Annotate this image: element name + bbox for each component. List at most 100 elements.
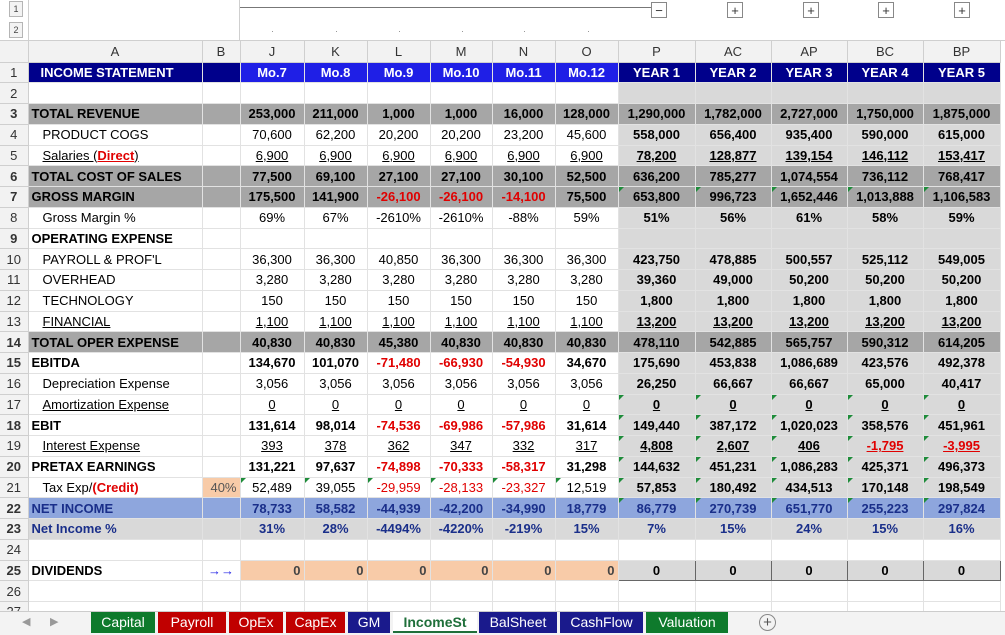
value-cell[interactable]: 128,877 [695, 145, 772, 167]
value-cell[interactable]: -28,133 [430, 477, 493, 499]
value-cell[interactable]: 636,200 [618, 165, 696, 187]
outline-level-2-button[interactable]: 2 [9, 22, 23, 38]
tab-scroll-right-icon[interactable]: ▶ [50, 615, 58, 628]
add-sheet-icon[interactable]: + [759, 614, 776, 631]
value-cell[interactable]: -2610% [367, 207, 431, 229]
value-cell[interactable]: -58,317 [492, 456, 556, 478]
value-cell[interactable] [240, 82, 305, 104]
value-cell[interactable] [304, 539, 368, 561]
value-cell[interactable]: 478,110 [618, 331, 696, 353]
value-cell[interactable]: 78,200 [618, 145, 696, 167]
row-label[interactable]: PRODUCT COGS [28, 124, 203, 146]
value-cell[interactable]: 62,200 [304, 124, 368, 146]
value-cell[interactable]: 590,000 [847, 124, 924, 146]
value-cell[interactable]: 332 [492, 435, 556, 457]
column-b-cell[interactable] [202, 373, 241, 395]
value-cell[interactable]: 13,200 [618, 311, 696, 333]
period-header[interactable]: YEAR 2 [695, 62, 772, 84]
value-cell[interactable]: -57,986 [492, 414, 556, 436]
value-cell[interactable]: 492,378 [923, 352, 1001, 374]
value-cell[interactable]: -4494% [367, 518, 431, 540]
value-cell[interactable]: 39,360 [618, 269, 696, 291]
value-cell[interactable]: 77,500 [240, 165, 305, 187]
value-cell[interactable]: -2610% [430, 207, 493, 229]
value-cell[interactable] [430, 580, 493, 602]
outline-expand-button[interactable]: + [878, 2, 894, 18]
value-cell[interactable]: 23,200 [492, 124, 556, 146]
value-cell[interactable]: 13,200 [695, 311, 772, 333]
column-b-cell[interactable] [202, 82, 241, 104]
value-cell[interactable]: 3,280 [492, 269, 556, 291]
value-cell[interactable]: 66,667 [695, 373, 772, 395]
value-cell[interactable]: 362 [367, 435, 431, 457]
value-cell[interactable]: -74,536 [367, 414, 431, 436]
value-cell[interactable]: 565,757 [771, 331, 848, 353]
column-header[interactable]: B [202, 41, 241, 63]
value-cell[interactable]: 6,900 [367, 145, 431, 167]
value-cell[interactable]: 1,800 [771, 290, 848, 312]
row-header[interactable]: 26 [0, 580, 29, 602]
value-cell[interactable]: 6,900 [492, 145, 556, 167]
value-cell[interactable]: 40,830 [430, 331, 493, 353]
value-cell[interactable] [695, 82, 772, 104]
value-cell[interactable]: 45,600 [555, 124, 619, 146]
value-cell[interactable]: 423,576 [847, 352, 924, 374]
value-cell[interactable]: 549,005 [923, 248, 1001, 270]
column-b-cell[interactable] [202, 62, 241, 84]
value-cell[interactable]: 651,770 [771, 497, 848, 519]
value-cell[interactable]: 70,600 [240, 124, 305, 146]
value-cell[interactable]: 1,800 [923, 290, 1001, 312]
value-cell[interactable]: 40,830 [240, 331, 305, 353]
period-header[interactable]: Mo.7 [240, 62, 305, 84]
value-cell[interactable] [430, 228, 493, 250]
value-cell[interactable]: 0 [771, 394, 848, 416]
value-cell[interactable]: 78,733 [240, 497, 305, 519]
value-cell[interactable] [304, 82, 368, 104]
sheet-tab-incomest[interactable]: IncomeSt [393, 612, 477, 633]
value-cell[interactable]: 150 [240, 290, 305, 312]
value-cell[interactable] [618, 580, 696, 602]
value-cell[interactable]: 0 [240, 560, 305, 582]
column-b-cell[interactable] [202, 518, 241, 540]
column-header[interactable]: BP [923, 41, 1001, 63]
value-cell[interactable]: 75,500 [555, 186, 619, 208]
column-header[interactable]: N [492, 41, 556, 63]
value-cell[interactable] [367, 82, 431, 104]
value-cell[interactable]: 170,148 [847, 477, 924, 499]
value-cell[interactable]: 211,000 [304, 103, 368, 125]
value-cell[interactable]: 0 [555, 560, 619, 582]
value-cell[interactable]: 1,100 [304, 311, 368, 333]
value-cell[interactable]: 1,750,000 [847, 103, 924, 125]
value-cell[interactable]: 253,000 [240, 103, 305, 125]
value-cell[interactable]: 50,200 [923, 269, 1001, 291]
value-cell[interactable]: 97,637 [304, 456, 368, 478]
value-cell[interactable]: 3,280 [367, 269, 431, 291]
value-cell[interactable]: -88% [492, 207, 556, 229]
sheet-tab-cashflow[interactable]: CashFlow [560, 612, 643, 633]
value-cell[interactable]: 2,727,000 [771, 103, 848, 125]
outline-expand-button[interactable]: + [803, 2, 819, 18]
value-cell[interactable]: 146,112 [847, 145, 924, 167]
row-header[interactable]: 9 [0, 228, 29, 250]
row-label[interactable]: DIVIDENDS [28, 560, 203, 582]
column-b-cell[interactable] [202, 435, 241, 457]
row-label[interactable]: FINANCIAL [28, 311, 203, 333]
value-cell[interactable]: 478,885 [695, 248, 772, 270]
row-label[interactable]: EBIT [28, 414, 203, 436]
value-cell[interactable]: 198,549 [923, 477, 1001, 499]
value-cell[interactable] [771, 539, 848, 561]
sheet-tab-opex[interactable]: OpEx [229, 612, 283, 633]
column-b-cell[interactable] [202, 228, 241, 250]
value-cell[interactable]: 31% [240, 518, 305, 540]
row-header[interactable]: 1 [0, 62, 29, 84]
spreadsheet-grid[interactable]: A B J K L M N O P AC AP BC BP 1 INCOME STATEMENT Mo.7 Mo… [0, 41, 1001, 623]
column-b-cell[interactable] [202, 331, 241, 353]
value-cell[interactable] [555, 228, 619, 250]
value-cell[interactable]: 0 [367, 394, 431, 416]
column-header[interactable]: O [555, 41, 619, 63]
value-cell[interactable]: -219% [492, 518, 556, 540]
row-header[interactable]: 17 [0, 394, 29, 416]
value-cell[interactable] [618, 539, 696, 561]
row-header[interactable]: 25 [0, 560, 29, 582]
value-cell[interactable]: 144,632 [618, 456, 696, 478]
